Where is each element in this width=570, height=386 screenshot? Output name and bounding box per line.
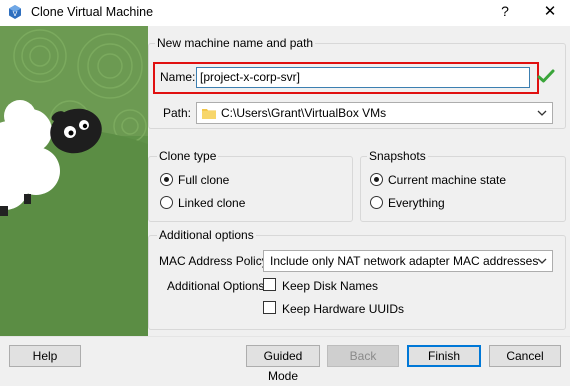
full-clone-radio[interactable]	[160, 173, 173, 186]
linked-clone-label[interactable]: Linked clone	[178, 196, 245, 210]
path-select[interactable]: C:\Users\Grant\VirtualBox VMs	[196, 102, 553, 124]
wizard-banner-image	[0, 26, 148, 336]
additional-options-group-title: Additional options	[157, 228, 256, 242]
keep-hardware-uuids-label[interactable]: Keep Hardware UUIDs	[282, 302, 404, 316]
current-state-label[interactable]: Current machine state	[388, 173, 506, 187]
guided-mode-button[interactable]: Guided Mode	[246, 345, 320, 383]
keep-disk-names-checkbox[interactable]	[263, 278, 276, 291]
back-button[interactable]: Back	[327, 345, 399, 367]
clone-type-group	[148, 156, 353, 222]
snapshots-group	[360, 156, 566, 222]
finish-button[interactable]: Finish	[407, 345, 481, 367]
folder-icon	[202, 109, 216, 119]
path-label: Path:	[163, 106, 192, 120]
footer-divider	[0, 336, 570, 337]
path-value: C:\Users\Grant\VirtualBox VMs	[221, 106, 387, 120]
close-button[interactable]: ✕	[541, 2, 559, 20]
chevron-down-icon	[537, 258, 547, 264]
mac-policy-value: Include only NAT network adapter MAC add…	[270, 254, 539, 268]
name-path-group-title: New machine name and path	[155, 36, 316, 50]
title-bar: V Clone Virtual Machine ? ✕	[0, 0, 570, 26]
full-clone-label[interactable]: Full clone	[178, 173, 229, 187]
help-title-button[interactable]: ?	[497, 3, 513, 19]
svg-text:V: V	[13, 10, 18, 18]
name-label: Name:	[160, 70, 196, 84]
virtualbox-icon: V	[9, 5, 21, 19]
help-button[interactable]: Help	[9, 345, 81, 367]
keep-disk-names-label[interactable]: Keep Disk Names	[282, 279, 378, 293]
sheep-illustration	[0, 26, 148, 336]
additional-options-label: Additional Options:	[167, 279, 268, 293]
green-check-icon	[537, 69, 555, 83]
everything-label[interactable]: Everything	[388, 196, 445, 210]
clone-type-group-title: Clone type	[157, 149, 219, 163]
linked-clone-radio[interactable]	[160, 196, 173, 209]
snapshots-group-title: Snapshots	[367, 149, 428, 163]
cancel-button[interactable]: Cancel	[489, 345, 561, 367]
everything-radio[interactable]	[370, 196, 383, 209]
name-input[interactable]: [project-x-corp-svr]	[196, 67, 530, 88]
mac-policy-select[interactable]: Include only NAT network adapter MAC add…	[263, 250, 553, 272]
window-title: Clone Virtual Machine	[31, 5, 154, 19]
mac-policy-label: MAC Address Policy:	[159, 254, 272, 268]
chevron-down-icon	[537, 110, 547, 116]
current-state-radio[interactable]	[370, 173, 383, 186]
keep-hardware-uuids-checkbox[interactable]	[263, 301, 276, 314]
